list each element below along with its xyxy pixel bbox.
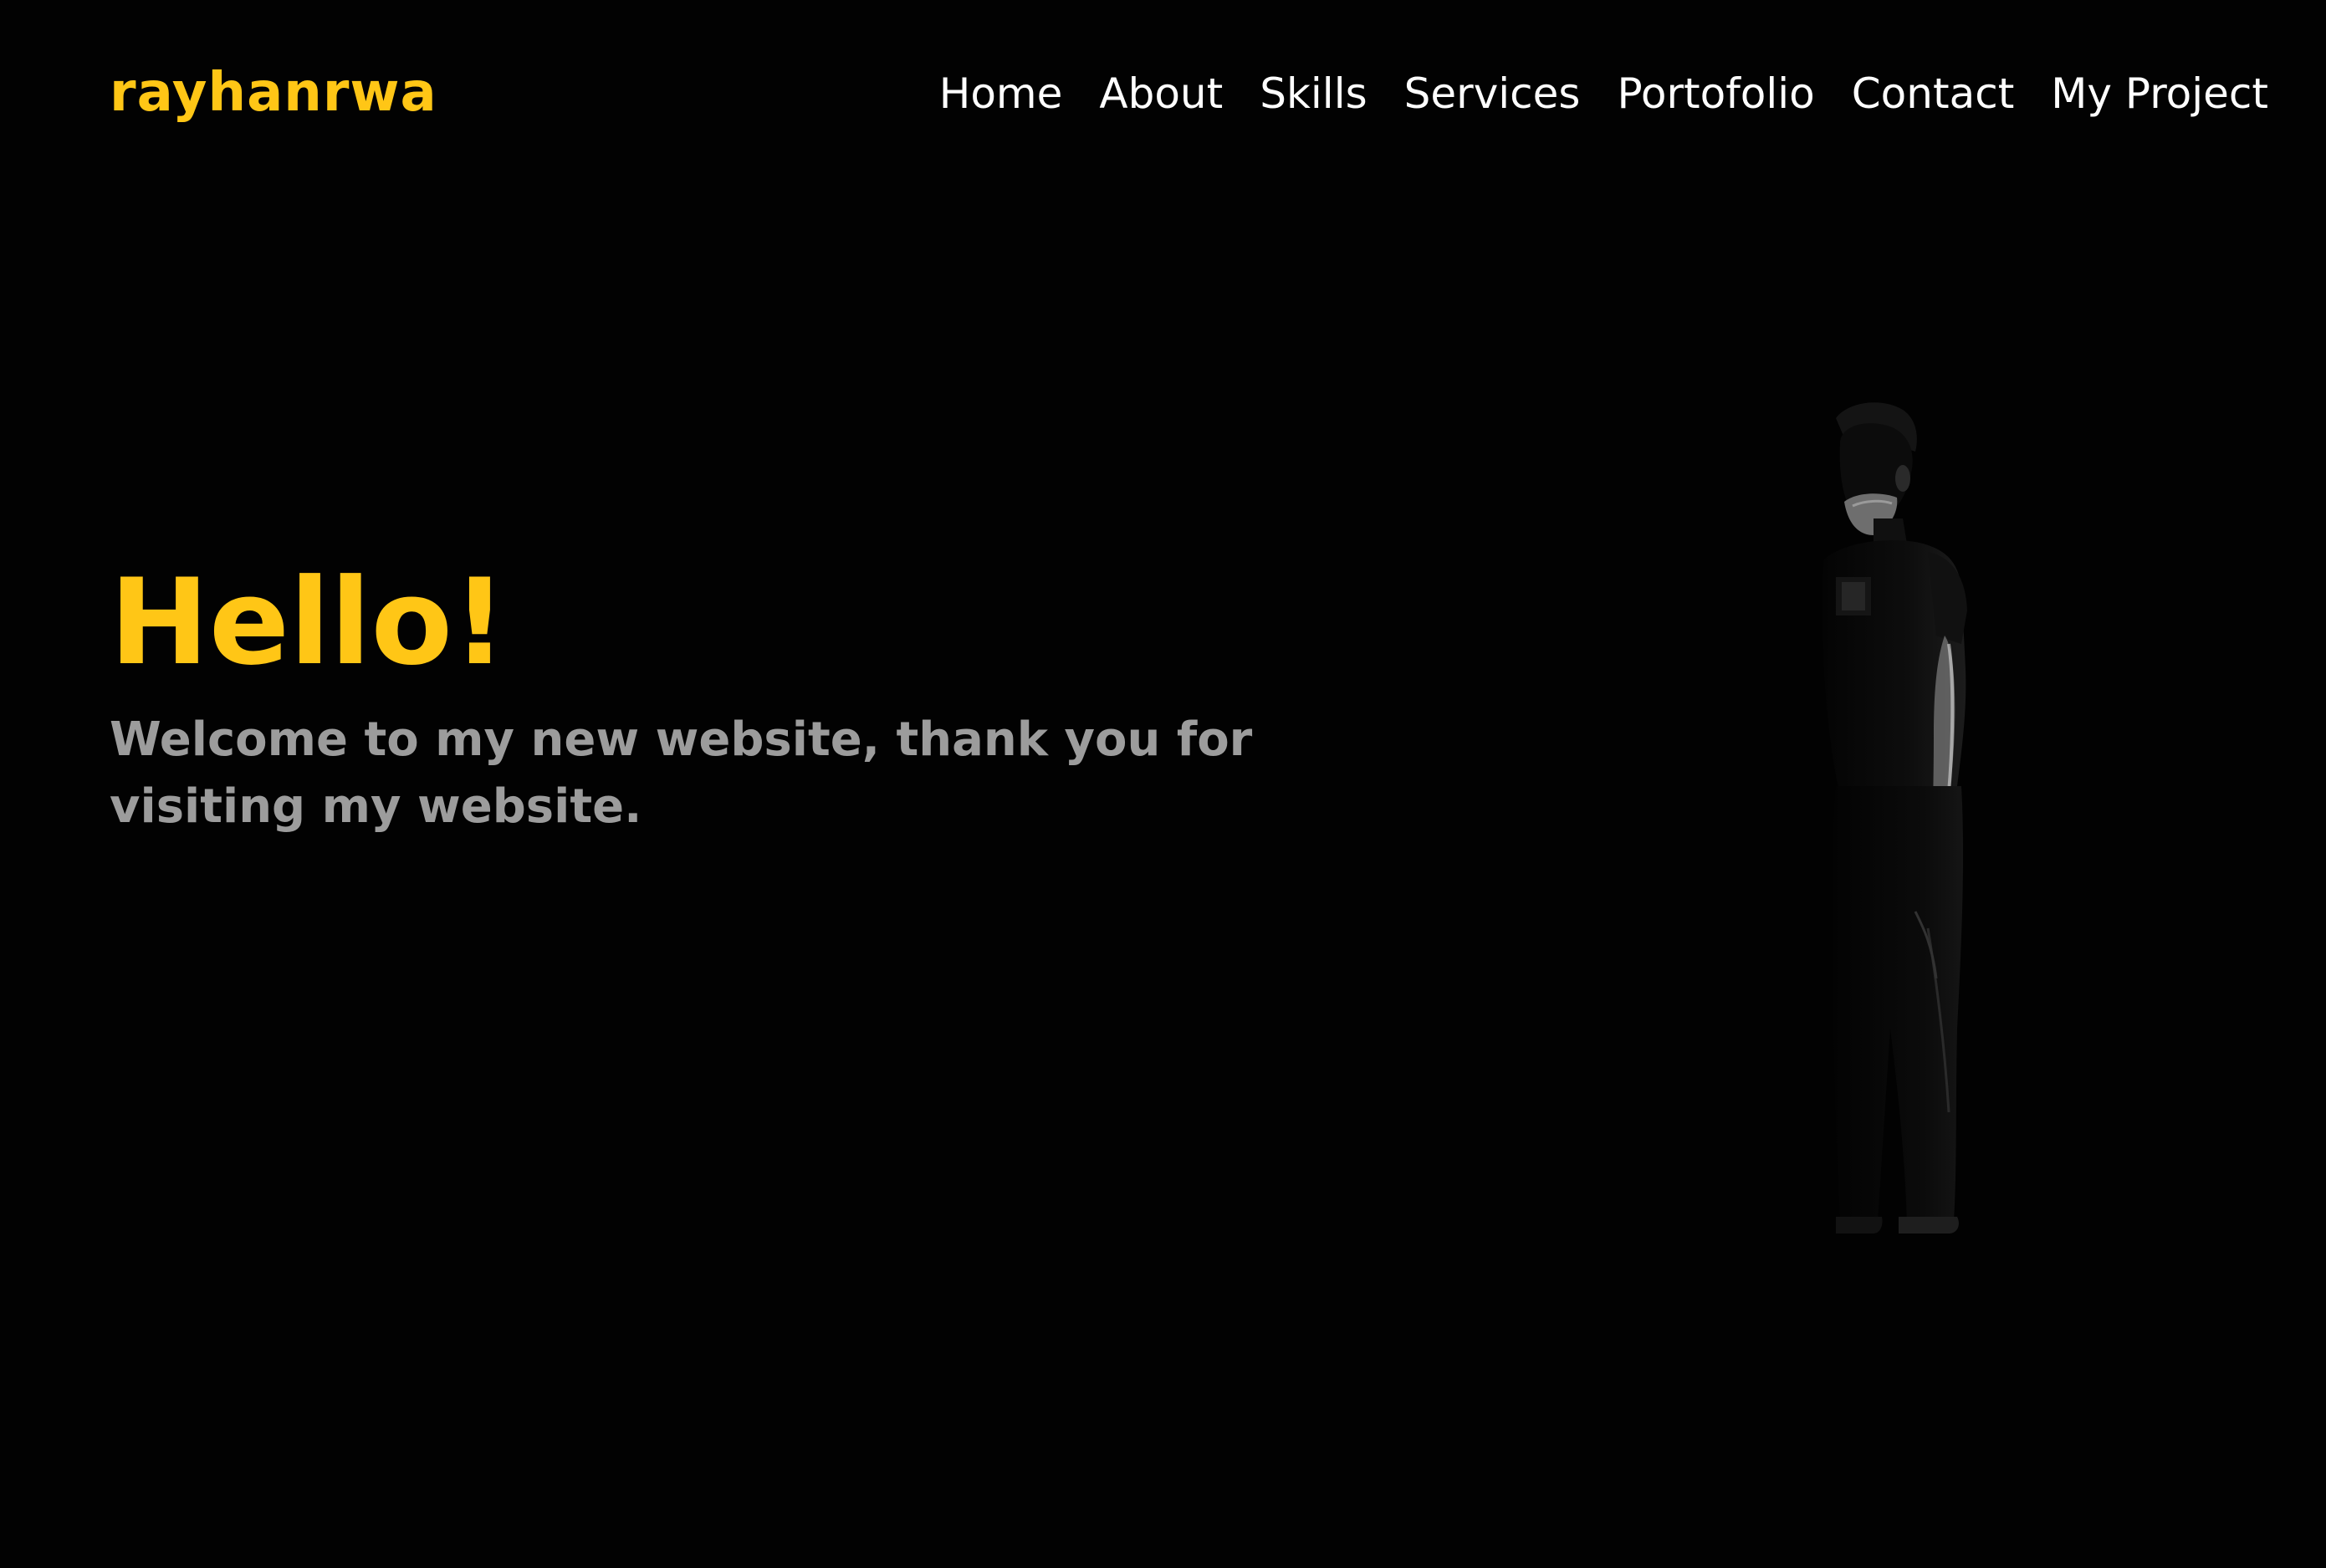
- nav-item-services[interactable]: Services: [1404, 59, 1581, 129]
- main-nav: Home About Skills Services Portofolio Co…: [920, 59, 2268, 129]
- hero-subtitle: Welcome to my new website, thank you for…: [110, 712, 1253, 834]
- nav-item-portofolio[interactable]: Portofolio: [1617, 59, 1814, 129]
- nav-item-skills[interactable]: Skills: [1260, 59, 1367, 129]
- hero-person-photo: [1822, 402, 1967, 1233]
- nav-item-home[interactable]: Home: [939, 59, 1063, 129]
- nav-item-about[interactable]: About: [1099, 59, 1223, 129]
- hero-title: Hello!: [110, 554, 507, 692]
- nav-item-contact[interactable]: Contact: [1852, 59, 2015, 129]
- site-logo[interactable]: rayhanrwa: [110, 55, 437, 130]
- nav-item-my-project[interactable]: My Project: [2051, 59, 2268, 129]
